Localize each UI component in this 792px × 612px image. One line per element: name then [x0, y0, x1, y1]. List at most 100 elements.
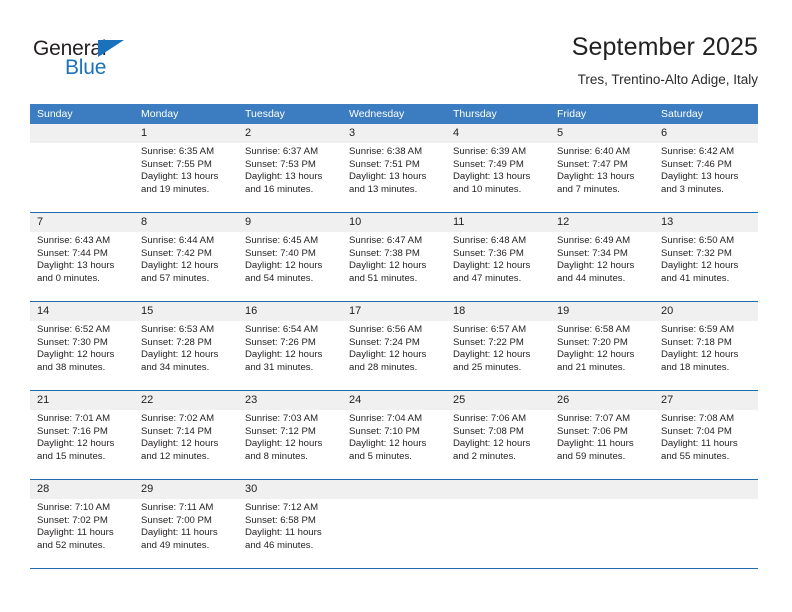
day-number[interactable]: 22 — [134, 391, 238, 410]
day-number[interactable]: 25 — [446, 391, 550, 410]
day-number[interactable]: 29 — [134, 480, 238, 499]
day-cell[interactable]: Sunrise: 6:54 AM Sunset: 7:26 PM Daylight:… — [238, 321, 342, 390]
day-number[interactable]: 24 — [342, 391, 446, 410]
day-cell[interactable]: Sunrise: 7:02 AM Sunset: 7:14 PM Daylight:… — [134, 410, 238, 479]
day-cell[interactable]: Sunrise: 6:50 AM Sunset: 7:32 PM Daylight:… — [654, 232, 758, 301]
day-cell[interactable]: Sunrise: 7:12 AM Sunset: 6:58 PM Daylight:… — [238, 499, 342, 568]
day-detail-line: and 46 minutes. — [245, 540, 314, 552]
weekday-header-thursday: Thursday — [453, 108, 497, 120]
day-number-empty — [30, 124, 134, 143]
day-number[interactable]: 26 — [550, 391, 654, 410]
day-cell[interactable]: Sunrise: 7:08 AM Sunset: 7:04 PM Daylight:… — [654, 410, 758, 479]
day-number[interactable]: 28 — [30, 480, 134, 499]
weekday-header-saturday: Saturday — [661, 108, 704, 120]
day-detail-line: Sunset: 7:53 PM — [245, 158, 316, 170]
day-detail-line: Daylight: 12 hours — [453, 260, 531, 272]
day-detail-line: Sunset: 7:00 PM — [141, 514, 212, 526]
page-header: General Blue September 2025 Tres, Trenti… — [0, 0, 792, 100]
day-cell[interactable]: Sunrise: 6:43 AM Sunset: 7:44 PM Daylight:… — [30, 232, 134, 301]
day-detail-line: Daylight: 11 hours — [557, 438, 634, 450]
day-number[interactable]: 13 — [654, 213, 758, 232]
day-cell[interactable]: Sunrise: 7:01 AM Sunset: 7:16 PM Daylight:… — [30, 410, 134, 479]
day-detail-line: Sunset: 7:32 PM — [661, 247, 732, 259]
day-number[interactable]: 5 — [550, 124, 654, 143]
day-cell[interactable]: Sunrise: 7:10 AM Sunset: 7:02 PM Daylight:… — [30, 499, 134, 568]
day-detail-line: Daylight: 12 hours — [141, 260, 219, 272]
day-number[interactable]: 18 — [446, 302, 550, 321]
day-cell[interactable]: Sunrise: 6:58 AM Sunset: 7:20 PM Daylight:… — [550, 321, 654, 390]
day-cell[interactable]: Sunrise: 6:49 AM Sunset: 7:34 PM Daylight:… — [550, 232, 654, 301]
day-detail-line: Sunrise: 7:04 AM — [349, 413, 423, 424]
day-number[interactable]: 19 — [550, 302, 654, 321]
day-number[interactable]: 1 — [134, 124, 238, 143]
day-detail-line: Daylight: 13 hours — [245, 171, 323, 183]
day-cell-empty — [550, 499, 654, 568]
day-number[interactable]: 30 — [238, 480, 342, 499]
day-cell[interactable]: Sunrise: 7:04 AM Sunset: 7:10 PM Daylight:… — [342, 410, 446, 479]
day-cell[interactable]: Sunrise: 7:03 AM Sunset: 7:12 PM Daylight:… — [238, 410, 342, 479]
day-number[interactable]: 9 — [238, 213, 342, 232]
day-cell[interactable]: Sunrise: 6:52 AM Sunset: 7:30 PM Daylight:… — [30, 321, 134, 390]
day-cell[interactable]: Sunrise: 7:06 AM Sunset: 7:08 PM Daylight:… — [446, 410, 550, 479]
day-cell[interactable]: Sunrise: 6:57 AM Sunset: 7:22 PM Daylight:… — [446, 321, 550, 390]
day-number[interactable]: 27 — [654, 391, 758, 410]
day-number[interactable]: 6 — [654, 124, 758, 143]
day-cell[interactable]: Sunrise: 6:38 AM Sunset: 7:51 PM Daylight:… — [342, 143, 446, 212]
day-detail-line: Daylight: 12 hours — [661, 260, 739, 272]
day-cell[interactable]: Sunrise: 6:53 AM Sunset: 7:28 PM Daylight:… — [134, 321, 238, 390]
day-number[interactable]: 20 — [654, 302, 758, 321]
day-detail-line: Daylight: 12 hours — [661, 349, 739, 361]
day-cell[interactable]: Sunrise: 6:45 AM Sunset: 7:40 PM Daylight:… — [238, 232, 342, 301]
day-detail-line: and 16 minutes. — [245, 184, 314, 196]
day-number-band: 123456 — [30, 124, 758, 143]
general-blue-logo[interactable]: General Blue — [33, 38, 153, 82]
day-cell[interactable]: Sunrise: 6:59 AM Sunset: 7:18 PM Daylight:… — [654, 321, 758, 390]
day-detail-line: Sunrise: 6:44 AM — [141, 235, 215, 246]
day-number[interactable]: 10 — [342, 213, 446, 232]
day-detail-line: and 18 minutes. — [661, 362, 730, 374]
day-number[interactable]: 16 — [238, 302, 342, 321]
day-number[interactable]: 3 — [342, 124, 446, 143]
day-number[interactable]: 17 — [342, 302, 446, 321]
day-cell[interactable]: Sunrise: 6:39 AM Sunset: 7:49 PM Daylight:… — [446, 143, 550, 212]
day-cell[interactable]: Sunrise: 6:56 AM Sunset: 7:24 PM Daylight:… — [342, 321, 446, 390]
day-number[interactable]: 23 — [238, 391, 342, 410]
day-number[interactable]: 12 — [550, 213, 654, 232]
day-detail-line: and 3 minutes. — [661, 184, 724, 196]
day-detail-line: Sunrise: 7:03 AM — [245, 413, 319, 424]
day-number[interactable]: 15 — [134, 302, 238, 321]
day-detail-line: and 34 minutes. — [141, 362, 210, 374]
day-detail-line: and 54 minutes. — [245, 273, 314, 285]
day-number[interactable]: 4 — [446, 124, 550, 143]
day-detail-line: Daylight: 12 hours — [349, 260, 427, 272]
day-cell[interactable]: Sunrise: 7:11 AM Sunset: 7:00 PM Daylight:… — [134, 499, 238, 568]
day-cell[interactable]: Sunrise: 6:37 AM Sunset: 7:53 PM Daylight:… — [238, 143, 342, 212]
day-number-empty — [342, 480, 446, 499]
day-number[interactable]: 2 — [238, 124, 342, 143]
calendar-week-row: 7 8 9 10 11 12 13 Sunrise: 6:43 AM Sunset: 7:44 … — [30, 212, 758, 301]
day-number[interactable]: 14 — [30, 302, 134, 321]
day-cell[interactable]: Sunrise: 6:35 AM Sunset: 7:55 PM Daylight:… — [134, 143, 238, 212]
day-cell[interactable]: Sunrise: 6:47 AM Sunset: 7:38 PM Daylight:… — [342, 232, 446, 301]
day-detail-band: Sunrise: 7:01 AM Sunset: 7:16 PM Daylight:… — [30, 410, 758, 479]
weekday-header-monday: Monday — [141, 108, 179, 120]
day-number[interactable]: 8 — [134, 213, 238, 232]
day-number[interactable]: 7 — [30, 213, 134, 232]
day-detail-line: Sunset: 7:36 PM — [453, 247, 524, 259]
day-number[interactable]: 21 — [30, 391, 134, 410]
day-cell[interactable]: Sunrise: 6:40 AM Sunset: 7:47 PM Daylight:… — [550, 143, 654, 212]
day-cell-empty — [342, 499, 446, 568]
day-detail-line: Sunrise: 6:45 AM — [245, 235, 319, 246]
logo-triangle-icon — [98, 40, 124, 57]
day-cell[interactable]: Sunrise: 6:44 AM Sunset: 7:42 PM Daylight:… — [134, 232, 238, 301]
day-cell[interactable]: Sunrise: 6:48 AM Sunset: 7:36 PM Daylight:… — [446, 232, 550, 301]
day-detail-line: Sunrise: 7:12 AM — [245, 502, 319, 513]
day-detail-line: Sunset: 7:04 PM — [661, 425, 732, 437]
day-detail-band: Sunrise: 7:10 AM Sunset: 7:02 PM Daylight:… — [30, 499, 758, 568]
day-cell[interactable]: Sunrise: 6:42 AM Sunset: 7:46 PM Daylight:… — [654, 143, 758, 212]
day-detail-line: and 25 minutes. — [453, 362, 522, 374]
day-cell[interactable]: Sunrise: 7:07 AM Sunset: 7:06 PM Daylight:… — [550, 410, 654, 479]
day-detail-line: Sunset: 7:40 PM — [245, 247, 316, 259]
day-number[interactable]: 11 — [446, 213, 550, 232]
day-detail-line: Sunrise: 6:53 AM — [141, 324, 215, 335]
